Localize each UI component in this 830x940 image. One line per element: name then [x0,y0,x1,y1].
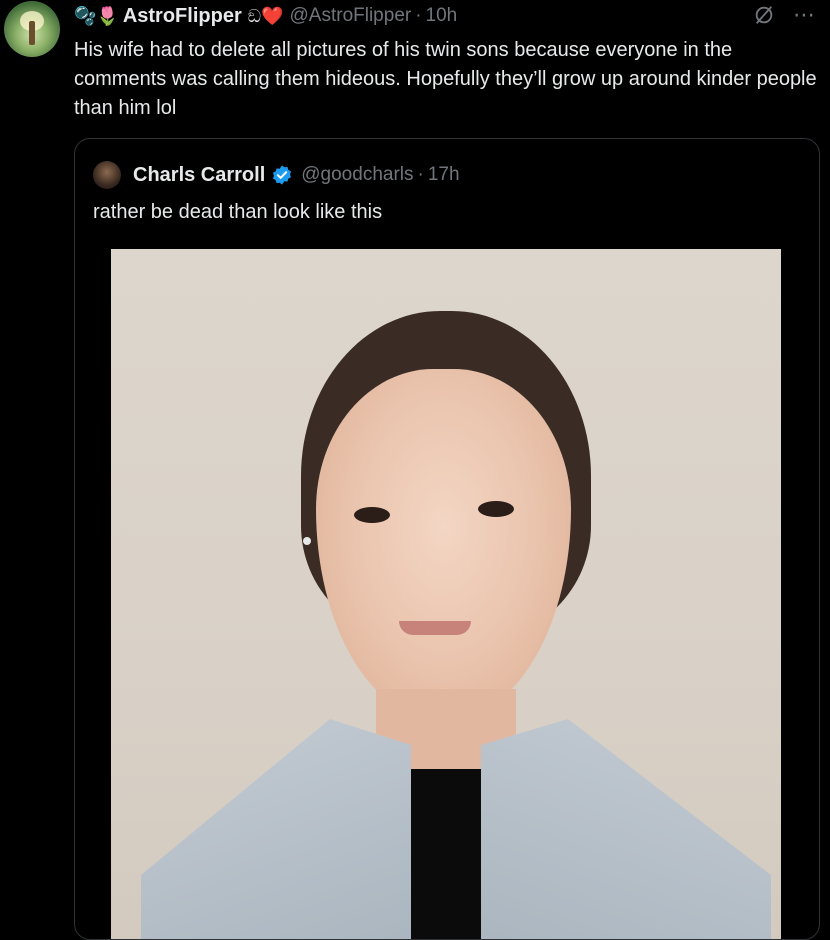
quoted-photo[interactable] [111,249,781,939]
quoted-timestamp[interactable]: 17h [428,164,460,186]
photo-jacket-left [141,719,411,939]
quoted-avatar[interactable] [93,161,121,189]
quoted-handle[interactable]: @goodcharls [301,164,413,186]
separator: · [415,5,422,26]
photo-eye-right [478,501,514,517]
avatar-tree [29,21,35,45]
tweet-header: 🫧🌷 AstroFlipper ඞ❤️ @AstroFlipper · 10h [74,4,457,28]
name-emoji: 🫧🌷 [74,5,119,26]
photo-earring [303,537,311,545]
quoted-tweet[interactable]: Charls Carroll @goodcharls · 17h rather … [74,138,820,940]
quoted-text: rather be dead than look like this [93,201,383,223]
more-icon[interactable]: ⋯ [793,4,816,26]
photo-jacket-right [481,719,771,939]
handle[interactable]: @AstroFlipper [290,5,412,27]
verified-badge-icon [273,165,292,185]
name-badges: ඞ❤️ [247,5,284,26]
timestamp[interactable]: 10h [426,5,458,27]
tweet-text: His wife had to delete all pictures of h… [74,39,817,119]
display-name[interactable]: AstroFlipper [123,5,242,28]
quoted-display-name[interactable]: Charls Carroll [133,164,265,187]
avatar[interactable] [4,1,60,57]
tweet-actions-top: ⋯ [753,4,816,26]
quoted-separator: · [417,164,424,185]
quoted-header: Charls Carroll @goodcharls · 17h [93,161,460,189]
photo-eye-left [354,507,390,523]
grok-icon[interactable] [753,4,775,26]
photo-face [316,369,571,719]
photo-mouth [399,621,471,635]
